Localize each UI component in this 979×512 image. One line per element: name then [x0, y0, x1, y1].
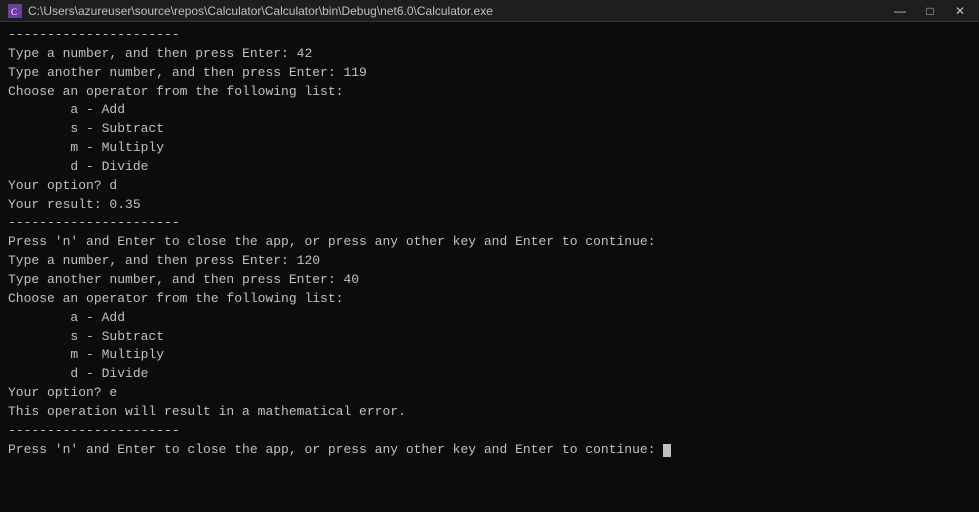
- window-title: C:\Users\azureuser\source\repos\Calculat…: [28, 4, 493, 18]
- console-line: Type another number, and then press Ente…: [8, 64, 971, 83]
- console-body: ----------------------Type a number, and…: [0, 22, 979, 512]
- console-line: Press 'n' and Enter to close the app, or…: [8, 233, 971, 252]
- console-line: Your result: 0.35: [8, 196, 971, 215]
- console-line: d - Divide: [8, 365, 971, 384]
- app-icon: C: [8, 4, 22, 18]
- console-line: Your option? e: [8, 384, 971, 403]
- cursor-blink: [663, 444, 671, 457]
- console-line: Press 'n' and Enter to close the app, or…: [8, 441, 971, 460]
- console-line: s - Subtract: [8, 328, 971, 347]
- title-bar: C C:\Users\azureuser\source\repos\Calcul…: [0, 0, 979, 22]
- console-line: m - Multiply: [8, 139, 971, 158]
- console-line: ----------------------: [8, 422, 971, 441]
- console-line: Choose an operator from the following li…: [8, 83, 971, 102]
- svg-text:C: C: [11, 7, 17, 17]
- console-line: a - Add: [8, 101, 971, 120]
- console-line: Your option? d: [8, 177, 971, 196]
- console-line: Type a number, and then press Enter: 42: [8, 45, 971, 64]
- console-line: ----------------------: [8, 214, 971, 233]
- console-line: s - Subtract: [8, 120, 971, 139]
- console-line: Choose an operator from the following li…: [8, 290, 971, 309]
- console-line: ----------------------: [8, 26, 971, 45]
- console-line: Type another number, and then press Ente…: [8, 271, 971, 290]
- console-line: This operation will result in a mathemat…: [8, 403, 971, 422]
- console-line: Type a number, and then press Enter: 120: [8, 252, 971, 271]
- close-button[interactable]: ✕: [945, 0, 975, 22]
- maximize-button[interactable]: □: [915, 0, 945, 22]
- minimize-button[interactable]: —: [885, 0, 915, 22]
- console-line: a - Add: [8, 309, 971, 328]
- console-line: m - Multiply: [8, 346, 971, 365]
- console-line: d - Divide: [8, 158, 971, 177]
